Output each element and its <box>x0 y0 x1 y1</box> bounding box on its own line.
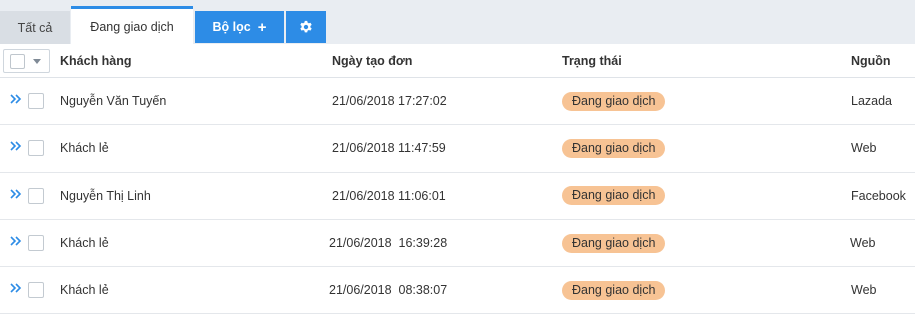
created-date: 21/06/2018 08:38:07 <box>329 283 448 298</box>
status-cell: Đang giao dịch <box>562 220 666 266</box>
header-customer[interactable]: Khách hàng <box>60 44 132 77</box>
table-row[interactable]: Nguyễn Thị Linh 21/06/2018 11:06:01 Đang… <box>0 173 915 220</box>
source: Facebook <box>851 188 906 203</box>
settings-button[interactable] <box>286 11 326 43</box>
orders-table: Khách hàng Ngày tạo đơn Trạng thái Nguồn… <box>0 44 915 315</box>
table-row[interactable]: Khách lẻ 21/06/2018 08:38:07 Đang giao d… <box>0 267 915 315</box>
customer-name: Khách lẻ <box>60 141 109 156</box>
row-checkbox[interactable] <box>28 282 44 299</box>
table-row[interactable]: Khách lẻ 21/06/2018 16:39:28 Đang giao d… <box>0 220 915 268</box>
created-date: 21/06/2018 11:47:59 <box>332 141 446 156</box>
status-cell: Đang giao dịch <box>562 267 666 313</box>
row-checkbox[interactable] <box>28 234 44 251</box>
customer-name: Nguyễn Văn Tuyến <box>60 94 167 109</box>
tab-all[interactable]: Tất cả <box>0 11 70 44</box>
double-chevron-right-icon[interactable] <box>9 187 23 201</box>
table-row[interactable]: Khách lẻ 21/06/2018 11:47:59 Đang giao d… <box>0 125 915 173</box>
customer-name: Khách lẻ <box>60 283 109 298</box>
source: Web <box>850 236 876 251</box>
header-source[interactable]: Nguồn <box>851 44 891 77</box>
filter-button-label: Bộ lọc <box>212 20 251 34</box>
source: Lazada <box>851 94 893 109</box>
created-date: 21/06/2018 11:06:01 <box>332 188 446 203</box>
status-badge: Đang giao dịch <box>562 91 666 111</box>
customer-name: Khách lẻ <box>60 236 109 251</box>
double-chevron-right-icon[interactable] <box>9 139 23 153</box>
filter-button[interactable]: Bộ lọc + <box>195 11 284 43</box>
select-all-checkbox[interactable] <box>10 53 25 69</box>
tab-bar: Tất cả Đang giao dịch Bộ lọc + <box>0 0 915 44</box>
double-chevron-right-icon[interactable] <box>9 234 23 248</box>
gear-icon <box>300 20 312 33</box>
header-status[interactable]: Trạng thái <box>562 44 622 77</box>
double-chevron-right-icon[interactable] <box>9 281 23 295</box>
status-cell: Đang giao dịch <box>562 78 666 124</box>
created-date: 21/06/2018 16:39:28 <box>329 236 448 251</box>
status-badge: Đang giao dịch <box>562 280 666 300</box>
created-date: 21/06/2018 17:27:02 <box>332 94 447 109</box>
status-badge: Đang giao dịch <box>562 233 666 253</box>
row-checkbox[interactable] <box>28 187 44 204</box>
source: Web <box>851 283 877 298</box>
status-badge: Đang giao dịch <box>562 138 666 158</box>
row-checkbox[interactable] <box>28 140 44 157</box>
tab-all-label: Tất cả <box>17 20 53 35</box>
tab-in-transaction[interactable]: Đang giao dịch <box>71 6 193 44</box>
status-cell: Đang giao dịch <box>562 173 666 219</box>
plus-icon: + <box>257 18 267 36</box>
status-badge: Đang giao dịch <box>562 186 666 206</box>
status-cell: Đang giao dịch <box>562 125 666 171</box>
customer-name: Nguyễn Thị Linh <box>60 188 151 203</box>
table-header: Khách hàng Ngày tạo đơn Trạng thái Nguồn <box>0 44 915 78</box>
source: Web <box>851 141 877 156</box>
double-chevron-right-icon[interactable] <box>9 92 23 106</box>
header-created[interactable]: Ngày tạo đơn <box>332 44 412 77</box>
table-row[interactable]: Nguyễn Văn Tuyến 21/06/2018 17:27:02 Đan… <box>0 78 915 126</box>
tab-in-transaction-label: Đang giao dịch <box>90 19 174 34</box>
select-all-dropdown[interactable] <box>3 49 50 73</box>
row-checkbox[interactable] <box>28 93 44 109</box>
caret-down-icon[interactable] <box>33 58 41 64</box>
